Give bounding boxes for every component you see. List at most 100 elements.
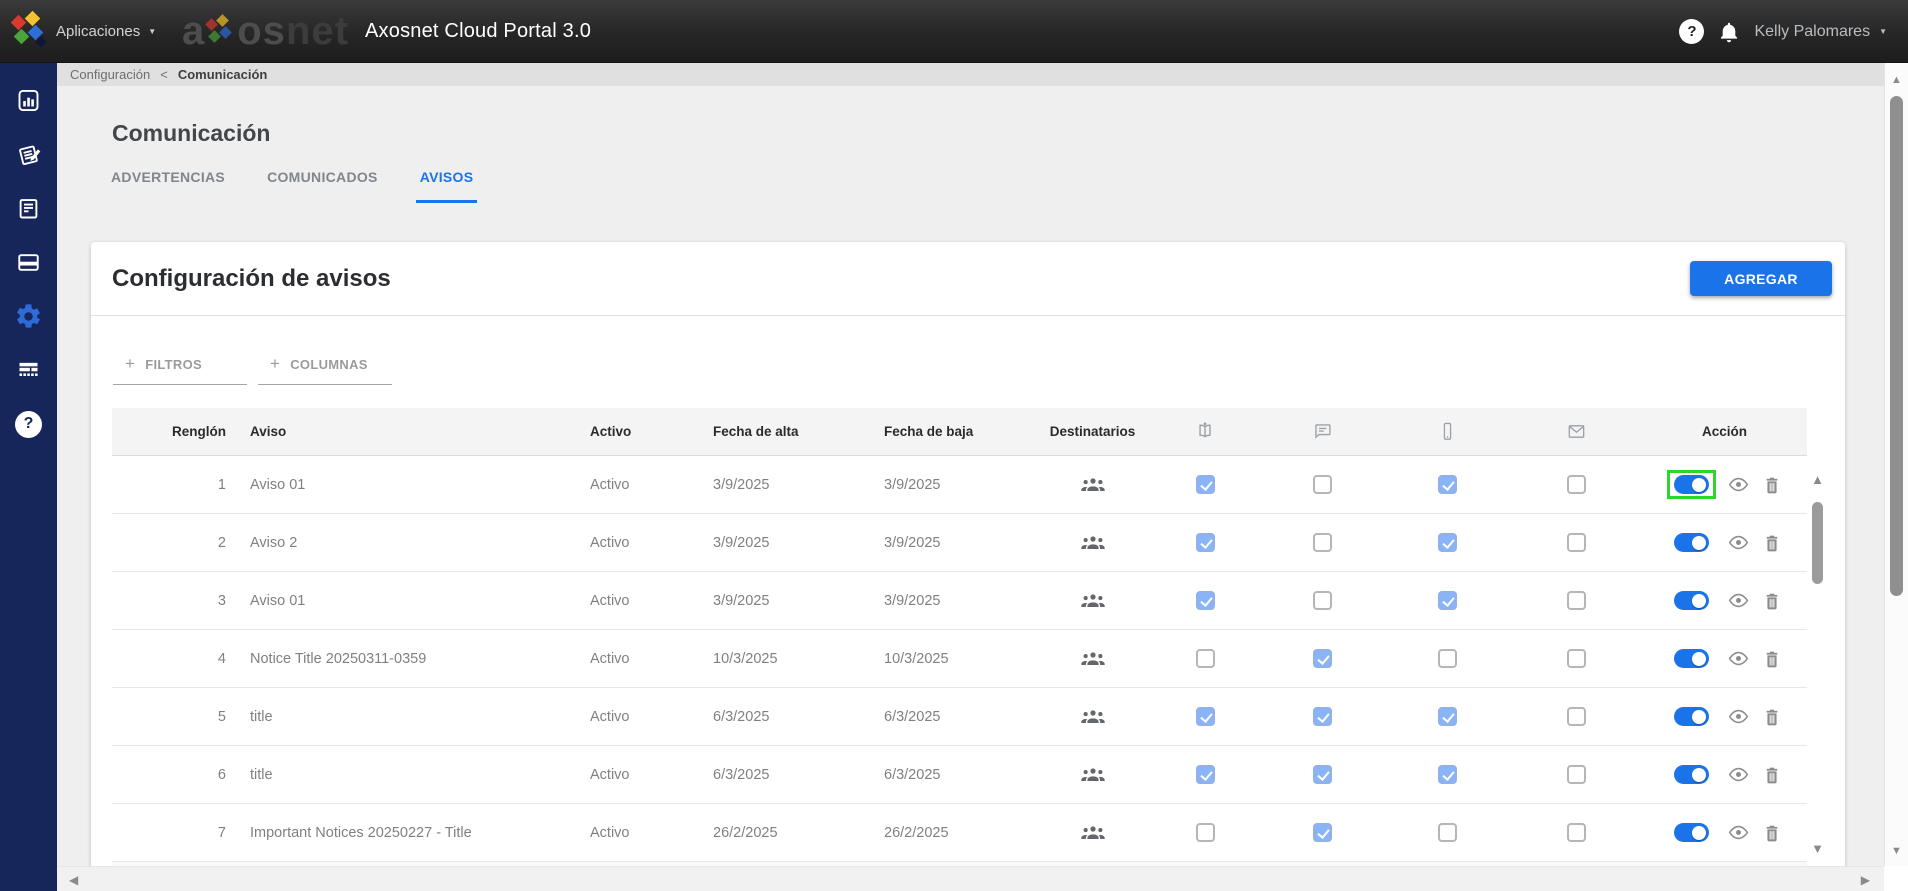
- watermark-diamonds-icon: [205, 12, 236, 52]
- recipients-group-icon[interactable]: [1080, 820, 1106, 846]
- delete-icon[interactable]: [1761, 706, 1783, 728]
- row-toggle[interactable]: [1673, 649, 1709, 668]
- cell-activo: Activo: [590, 766, 630, 783]
- scroll-left-icon[interactable]: ◀: [69, 867, 78, 891]
- breadcrumb-parent[interactable]: Configuración: [70, 67, 150, 82]
- delete-icon[interactable]: [1761, 532, 1783, 554]
- chat-icon: [1314, 424, 1331, 439]
- email-checkbox[interactable]: [1566, 765, 1586, 784]
- row-toggle[interactable]: [1673, 707, 1709, 726]
- email-checkbox[interactable]: [1566, 591, 1586, 610]
- view-icon[interactable]: [1727, 705, 1750, 728]
- sidebar-item-settings[interactable]: [0, 289, 57, 343]
- table-row: 4 Notice Title 20250311-0359 Activo 10/3…: [112, 630, 1807, 688]
- chat-checkbox[interactable]: [1312, 649, 1332, 668]
- scroll-down-icon[interactable]: ▼: [1885, 845, 1908, 857]
- recipients-group-icon[interactable]: [1080, 588, 1106, 614]
- data-table-icon: [19, 362, 38, 376]
- portal-checkbox[interactable]: [1195, 765, 1215, 784]
- table-row: 2 Aviso 2 Activo 3/9/2025 3/9/2025: [112, 514, 1807, 572]
- view-icon[interactable]: [1727, 531, 1750, 554]
- recipients-group-icon[interactable]: [1080, 762, 1106, 788]
- portal-checkbox[interactable]: [1195, 707, 1215, 726]
- view-icon[interactable]: [1727, 763, 1750, 786]
- header-aviso: Aviso: [250, 424, 287, 439]
- recipients-group-icon[interactable]: [1080, 530, 1106, 556]
- tab-advertencias[interactable]: ADVERTENCIAS: [107, 165, 229, 203]
- email-checkbox[interactable]: [1566, 649, 1586, 668]
- cell-fecha-alta: 26/2/2025: [713, 824, 778, 841]
- email-checkbox[interactable]: [1566, 823, 1586, 842]
- delete-icon[interactable]: [1761, 590, 1783, 612]
- recipients-group-icon[interactable]: [1080, 646, 1106, 672]
- delete-icon[interactable]: [1761, 648, 1783, 670]
- chat-checkbox[interactable]: [1312, 475, 1332, 494]
- chat-checkbox[interactable]: [1312, 765, 1332, 784]
- mobile-icon: [1443, 422, 1451, 440]
- scroll-up-icon[interactable]: ▲: [1807, 472, 1828, 487]
- header-renglon: Renglón: [172, 424, 226, 439]
- tab-avisos[interactable]: AVISOS: [415, 165, 478, 203]
- add-button[interactable]: AGREGAR: [1690, 261, 1832, 296]
- portal-checkbox[interactable]: [1195, 475, 1215, 494]
- recipients-group-icon[interactable]: [1080, 472, 1106, 498]
- header-mobile-channel: [1384, 421, 1510, 442]
- chat-checkbox[interactable]: [1312, 591, 1332, 610]
- chat-checkbox[interactable]: [1312, 533, 1332, 552]
- gear-icon: [17, 303, 40, 328]
- recipients-group-icon[interactable]: [1080, 704, 1106, 730]
- scroll-up-icon[interactable]: ▲: [1885, 74, 1908, 86]
- row-toggle[interactable]: [1673, 533, 1709, 552]
- mobile-checkbox[interactable]: [1437, 475, 1457, 494]
- page-scrollbar-thumb[interactable]: [1890, 96, 1903, 596]
- sidebar-item-data-table[interactable]: [0, 343, 57, 397]
- delete-icon[interactable]: [1761, 764, 1783, 786]
- cell-fecha-alta: 3/9/2025: [713, 592, 770, 609]
- sidebar-item-payments[interactable]: [0, 235, 57, 289]
- header-fecha-alta: Fecha de alta: [713, 424, 799, 439]
- mobile-checkbox[interactable]: [1437, 823, 1457, 842]
- portal-checkbox[interactable]: [1195, 649, 1215, 668]
- user-menu[interactable]: Kelly Palomares ▼: [1754, 23, 1887, 41]
- sidebar-item-dashboard[interactable]: [0, 73, 57, 127]
- notifications-bell-icon[interactable]: [1717, 20, 1741, 44]
- email-checkbox[interactable]: [1566, 533, 1586, 552]
- table-scrollbar-thumb[interactable]: [1812, 502, 1823, 584]
- row-toggle[interactable]: [1673, 591, 1709, 610]
- email-checkbox[interactable]: [1566, 707, 1586, 726]
- sidebar-item-help[interactable]: ?: [0, 397, 57, 451]
- sidebar-item-notes[interactable]: [0, 127, 57, 181]
- mobile-checkbox[interactable]: [1437, 591, 1457, 610]
- help-icon: ?: [15, 410, 42, 438]
- delete-icon[interactable]: [1761, 474, 1783, 496]
- chat-checkbox[interactable]: [1312, 823, 1332, 842]
- filters-button[interactable]: + FILTROS: [113, 350, 247, 385]
- mobile-checkbox[interactable]: [1437, 765, 1457, 784]
- chat-checkbox[interactable]: [1312, 707, 1332, 726]
- cell-activo: Activo: [590, 708, 630, 725]
- scroll-right-icon[interactable]: ▶: [1861, 867, 1870, 891]
- help-icon[interactable]: ?: [1679, 19, 1705, 44]
- sidebar-item-documents[interactable]: [0, 181, 57, 235]
- portal-checkbox[interactable]: [1195, 533, 1215, 552]
- portal-checkbox[interactable]: [1195, 823, 1215, 842]
- mobile-checkbox[interactable]: [1437, 533, 1457, 552]
- view-icon[interactable]: [1727, 647, 1750, 670]
- email-checkbox[interactable]: [1566, 475, 1586, 494]
- view-icon[interactable]: [1727, 589, 1750, 612]
- columns-button[interactable]: + COLUMNAS: [258, 350, 392, 385]
- row-toggle[interactable]: [1673, 823, 1709, 842]
- row-toggle[interactable]: [1673, 765, 1709, 784]
- apps-menu[interactable]: Aplicaciones ▼: [56, 0, 156, 63]
- axosnet-logo-icon: [10, 9, 50, 54]
- tab-comunicados[interactable]: COMUNICADOS: [263, 165, 382, 203]
- mobile-checkbox[interactable]: [1437, 649, 1457, 668]
- view-icon[interactable]: [1727, 821, 1750, 844]
- delete-icon[interactable]: [1761, 822, 1783, 844]
- table-row: 5 title Activo 6/3/2025 6/3/2025: [112, 688, 1807, 746]
- portal-checkbox[interactable]: [1195, 591, 1215, 610]
- scroll-down-icon[interactable]: ▼: [1807, 841, 1828, 856]
- view-icon[interactable]: [1727, 473, 1750, 496]
- mobile-checkbox[interactable]: [1437, 707, 1457, 726]
- cell-fecha-alta: 6/3/2025: [713, 766, 770, 783]
